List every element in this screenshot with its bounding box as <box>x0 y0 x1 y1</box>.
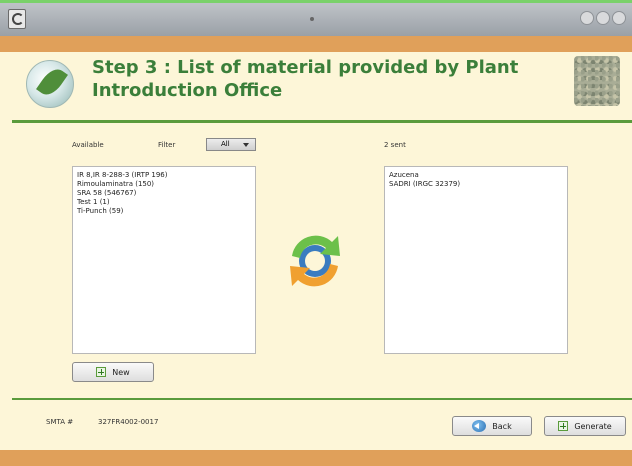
new-button[interactable]: New <box>72 362 154 382</box>
sync-arrows-icon[interactable] <box>280 226 350 296</box>
title-dot <box>310 17 314 21</box>
smta-label: SMTA # <box>46 418 74 426</box>
minimize-button[interactable] <box>580 11 594 25</box>
available-label: Available <box>72 141 104 149</box>
sent-count-label: 2 sent <box>384 141 406 149</box>
top-band <box>0 36 632 52</box>
list-item[interactable]: Ti-Punch (59) <box>77 207 251 216</box>
page-title: Step 3 : List of material provided by Pl… <box>92 57 519 101</box>
window-titlebar <box>0 0 632 36</box>
globe-leaf-icon <box>26 60 74 108</box>
list-item[interactable]: SADRI (IRGC 32379) <box>389 180 563 189</box>
back-button-label: Back <box>492 421 512 431</box>
filter-label: Filter <box>158 141 176 149</box>
maximize-button[interactable] <box>596 11 610 25</box>
back-arrow-icon <box>472 420 487 432</box>
bottom-band <box>0 450 632 466</box>
close-button[interactable] <box>612 11 626 25</box>
new-button-label: New <box>112 367 130 377</box>
step-header: Step 3 : List of material provided by Pl… <box>12 52 632 123</box>
list-item[interactable]: Test 1 (1) <box>77 198 251 207</box>
list-item[interactable]: Azucena <box>389 171 563 180</box>
sent-list[interactable]: Azucena SADRI (IRGC 32379) <box>384 166 568 354</box>
back-button[interactable]: Back <box>452 416 532 436</box>
plus-icon <box>96 367 107 377</box>
list-item[interactable]: Rimoulaminatra (150) <box>77 180 251 189</box>
smta-value: 327FR4002-0017 <box>98 418 159 426</box>
generate-button[interactable]: Generate <box>544 416 626 436</box>
available-list[interactable]: IR 8,IR 8-288-3 (IRTP 196) Rimoulaminatr… <box>72 166 256 354</box>
filter-select[interactable]: All <box>206 138 256 151</box>
app-icon[interactable] <box>8 9 26 29</box>
list-item[interactable]: IR 8,IR 8-288-3 (IRTP 196) <box>77 171 251 180</box>
footer-divider <box>12 398 632 400</box>
generate-button-label: Generate <box>574 421 612 431</box>
filter-value: All <box>221 140 230 148</box>
seeds-image <box>574 56 620 106</box>
list-item[interactable]: SRA 58 (546767) <box>77 189 251 198</box>
generate-icon <box>558 421 569 431</box>
